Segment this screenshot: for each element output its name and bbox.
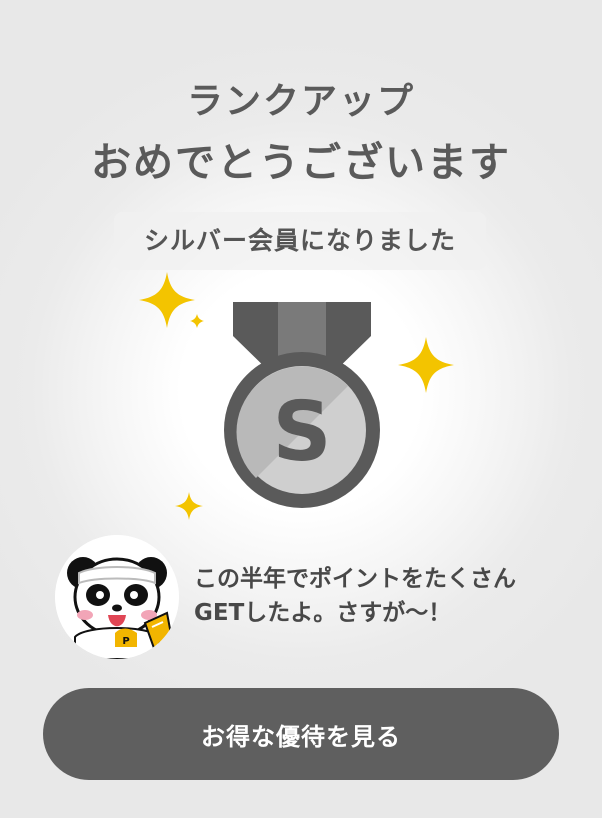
sparkle-icon xyxy=(139,272,195,328)
sparkle-icon xyxy=(190,314,204,328)
congratulations-heading: おめでとうございます xyxy=(91,140,511,186)
svg-text:P: P xyxy=(122,636,129,647)
rank-status-banner: シルバー会員になりました xyxy=(114,212,486,270)
view-benefits-button[interactable]: お得な優待を見る xyxy=(43,688,559,780)
mascot-message-line-1: この半年でポイントをたくさん xyxy=(194,566,516,592)
medal-letter: S xyxy=(272,385,331,480)
sparkle-icon xyxy=(175,492,203,520)
rank-up-heading: ランクアップ xyxy=(186,81,415,122)
sparkle-icon xyxy=(398,337,454,393)
silver-medal-icon: S xyxy=(220,302,384,508)
mascot-message-line-2: GETしたよ。さすが〜！ xyxy=(194,600,452,626)
mascot-message: この半年でポイントをたくさん GETしたよ。さすが〜！ xyxy=(194,562,564,630)
rank-up-screen: ランクアップ おめでとうございます シルバー会員になりました S P この半年で… xyxy=(0,0,602,818)
panda-mascot-icon: P xyxy=(55,535,179,659)
